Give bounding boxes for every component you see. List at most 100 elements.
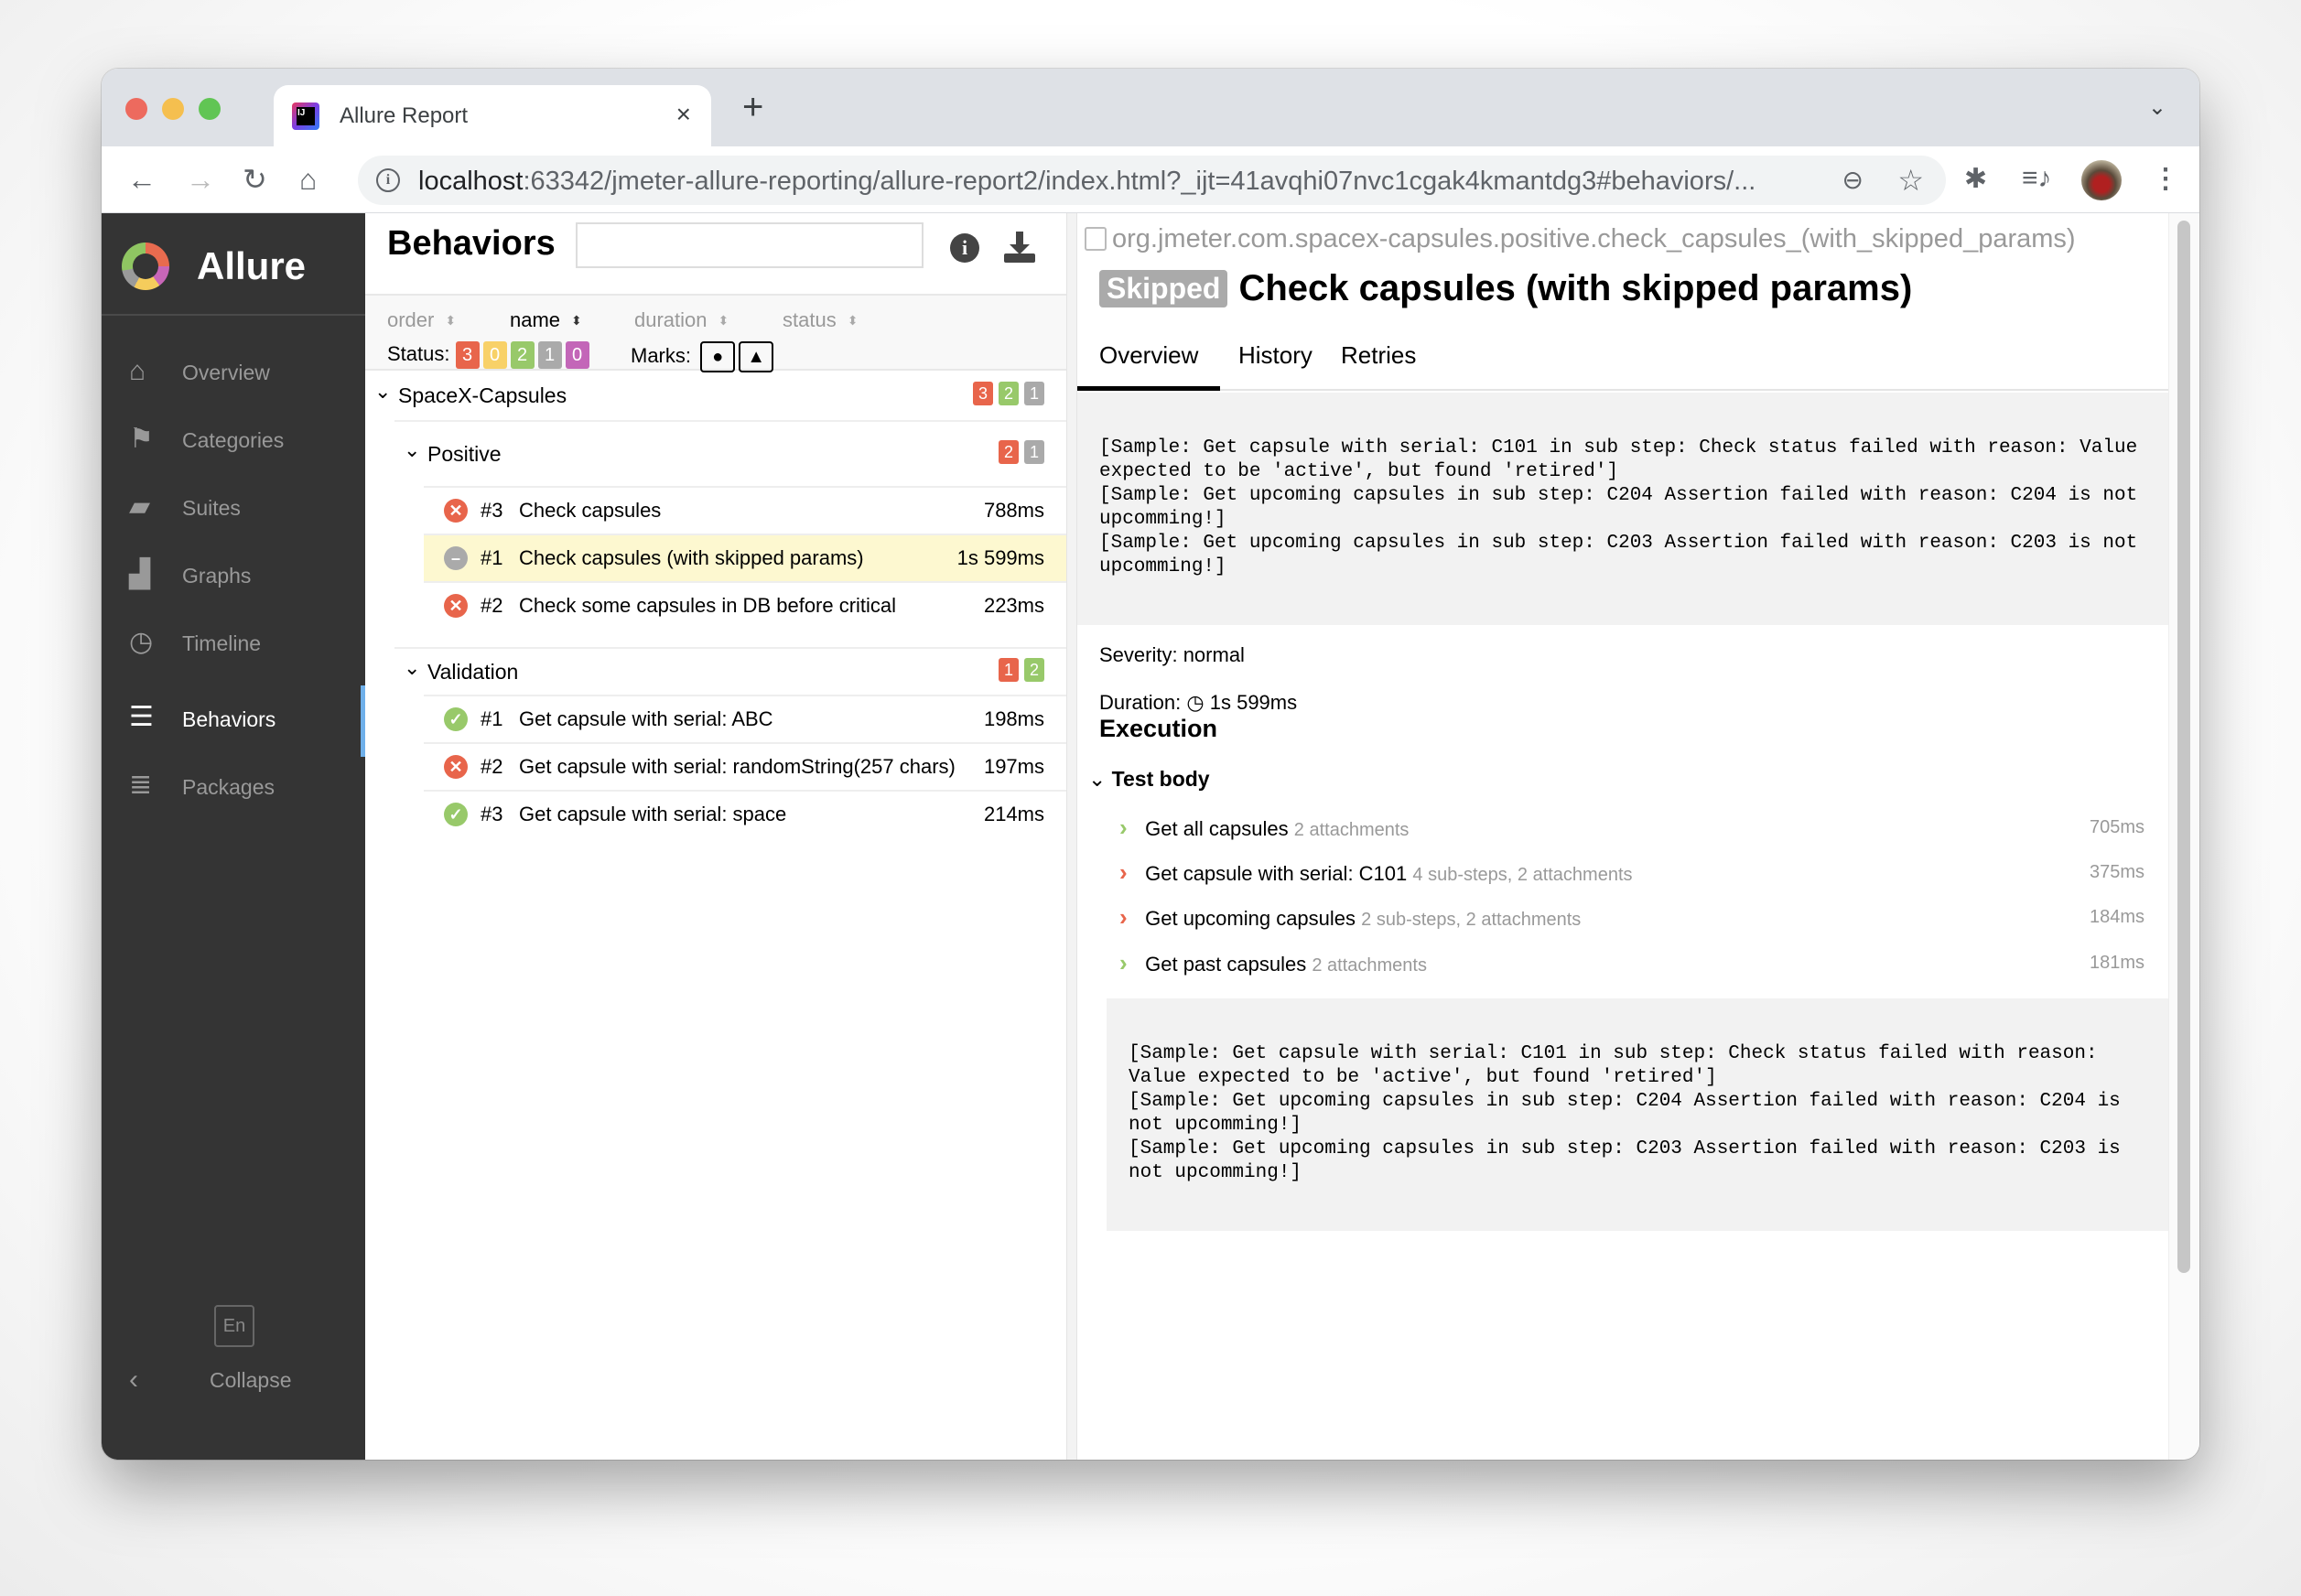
maximize-window-button[interactable] [199, 98, 221, 120]
test-order: #1 [481, 546, 503, 569]
test-order: #2 [481, 594, 503, 617]
step-name: Get past capsules [1145, 953, 1307, 976]
sort-arrows-icon: ⬍ [847, 313, 859, 328]
new-failed-warning-icon[interactable]: ▲ [739, 341, 774, 372]
new-tab-button[interactable]: + [742, 89, 763, 125]
sidebar-item-packages[interactable]: ≣ Packages [102, 753, 365, 821]
sort-label: name [510, 308, 561, 331]
zoom-out-icon[interactable]: ⊖ [1842, 165, 1863, 195]
status-filter-passed[interactable]: 2 [510, 341, 535, 369]
sort-by-status[interactable]: status ⬍ [783, 308, 858, 332]
bar-chart-icon: ▟ [129, 559, 151, 589]
group-name: Validation [427, 660, 519, 684]
test-row[interactable]: ✓ #3 Get capsule with serial: space 214m… [424, 790, 1066, 837]
test-row-selected[interactable]: – #1 Check capsules (with skipped params… [424, 534, 1066, 581]
step-name: Get capsule with serial: C101 [1145, 862, 1408, 885]
vertical-scrollbar[interactable] [2168, 213, 2199, 1460]
extensions-puzzle-icon[interactable]: ✱ [1964, 163, 1987, 195]
test-row[interactable]: ✕ #2 Check some capsules in DB before cr… [424, 581, 1066, 647]
back-button[interactable]: ← [127, 163, 157, 196]
flaky-bomb-icon[interactable]: ● [700, 341, 736, 372]
minimize-window-button[interactable] [162, 98, 184, 120]
sort-by-order[interactable]: order ⬍ [387, 308, 456, 332]
test-duration: 788ms [983, 499, 1044, 522]
marks-filter: Marks: ● ▲ [631, 341, 774, 372]
step-row[interactable]: › Get upcoming capsules 2 sub-steps, 2 a… [1119, 903, 2144, 947]
test-duration: 1s 599ms [956, 546, 1044, 569]
step-row[interactable]: › Get past capsules 2 attachments 181ms [1119, 949, 2144, 993]
browser-menu-icon[interactable]: ⋮ [2152, 163, 2179, 195]
sidebar-item-graphs[interactable]: ▟ Graphs [102, 550, 365, 601]
copy-icon[interactable] [1085, 227, 1107, 251]
sidebar-item-categories[interactable]: ⚑ Categories [102, 415, 365, 466]
duration-line: Duration: ◷ 1s 599ms [1099, 691, 1297, 715]
reload-button[interactable]: ↻ [243, 163, 267, 196]
step-row[interactable]: › Get all capsules 2 attachments 705ms [1119, 814, 2144, 857]
profile-avatar[interactable] [2081, 160, 2122, 200]
test-order: #1 [481, 707, 503, 730]
test-duration: 198ms [983, 707, 1044, 730]
tab-retries[interactable]: Retries [1319, 341, 1438, 391]
tree-group-feature[interactable]: ⌄ Positive 21 [394, 420, 1066, 486]
step-row[interactable]: › Get capsule with serial: C101 4 sub-st… [1119, 858, 2144, 902]
chevron-left-icon: ‹ [129, 1364, 138, 1395]
forward-button[interactable]: → [186, 163, 215, 196]
chevron-right-icon: › [1119, 949, 1128, 976]
collapse-label: Collapse [210, 1368, 292, 1392]
test-body-toggle[interactable]: ⌄ Test body [1088, 767, 1210, 792]
sidebar-item-behaviors[interactable]: ☰ Behaviors [102, 685, 365, 757]
tab-history[interactable]: History [1216, 341, 1334, 391]
test-row[interactable]: ✕ #3 Check capsules 788ms [424, 486, 1066, 534]
download-icon[interactable] [1002, 230, 1037, 264]
clock-icon: ◷ [1186, 691, 1205, 714]
test-name: Get capsule with serial: randomString(25… [519, 755, 956, 778]
step-duration: 705ms [2089, 817, 2144, 837]
site-info-icon[interactable]: i [376, 168, 400, 192]
test-order: #2 [481, 755, 503, 778]
test-body-label: Test body [1111, 767, 1210, 791]
test-name: Check capsules (with skipped params) [519, 546, 864, 569]
url-text[interactable]: localhost:63342/jmeter-allure-reporting/… [418, 167, 1755, 197]
browser-tab[interactable]: IJ Allure Report × [274, 85, 711, 146]
failed-status-icon: ✕ [444, 755, 468, 779]
browser-toolbar: ← → ↻ ⌂ i localhost:63342/jmeter-allure-… [102, 146, 2199, 213]
status-filter-label: Status: [387, 341, 450, 365]
test-row[interactable]: ✓ #1 Get capsule with serial: ABC 198ms [424, 695, 1066, 742]
group-name: SpaceX-Capsules [398, 383, 567, 407]
home-button[interactable]: ⌂ [299, 163, 317, 196]
url-host: localhost [418, 167, 524, 196]
test-body-message-box: [Sample: Get capsule with serial: C101 i… [1107, 998, 2168, 1231]
search-input[interactable] [576, 222, 924, 268]
close-tab-icon[interactable]: × [676, 100, 691, 129]
sort-arrows-icon: ⬍ [571, 313, 582, 328]
detail-tabs: Overview History Retries [1077, 332, 2168, 391]
sidebar-item-timeline[interactable]: ◷ Timeline [102, 618, 365, 669]
tab-overview[interactable]: Overview [1077, 341, 1221, 391]
sidebar-item-suites[interactable]: ▰ Suites [102, 482, 365, 534]
tree-group-epic[interactable]: ⌄ SpaceX-Capsules 321 [365, 372, 1066, 420]
pane-resize-handle[interactable] [1066, 213, 1077, 1460]
count-passed: 2 [1023, 658, 1044, 682]
tab-search-chevron-icon[interactable]: ⌄ [2148, 94, 2166, 121]
test-row[interactable]: ✕ #2 Get capsule with serial: randomStri… [424, 742, 1066, 790]
address-bar[interactable]: i localhost:63342/jmeter-allure-reportin… [358, 156, 1946, 205]
bookmark-star-icon[interactable]: ☆ [1897, 163, 1924, 198]
tree-group-feature[interactable]: ⌄ Validation 12 [394, 647, 1066, 695]
media-playlist-icon[interactable]: ≡♪ [2022, 163, 2052, 194]
sort-arrows-icon: ⬍ [718, 313, 729, 328]
sort-by-duration[interactable]: duration ⬍ [634, 308, 729, 332]
status-filter-skipped[interactable]: 1 [537, 341, 562, 369]
close-window-button[interactable] [125, 98, 147, 120]
sidebar-item-label: Overview [182, 361, 270, 384]
status-filter-failed[interactable]: 3 [455, 341, 480, 369]
status-filter-broken[interactable]: 0 [482, 341, 507, 369]
sort-by-name[interactable]: name ⬍ [510, 308, 582, 332]
info-icon[interactable]: i [950, 233, 979, 263]
status-filter-unknown[interactable]: 0 [565, 341, 589, 369]
sidebar-item-overview[interactable]: ⌂ Overview [102, 347, 365, 398]
group-counts: 21 [993, 440, 1044, 464]
allure-brand[interactable]: Allure [122, 239, 360, 294]
test-order: #3 [481, 803, 503, 825]
language-selector[interactable]: En [214, 1305, 254, 1347]
scrollbar-thumb[interactable] [2177, 221, 2190, 1273]
